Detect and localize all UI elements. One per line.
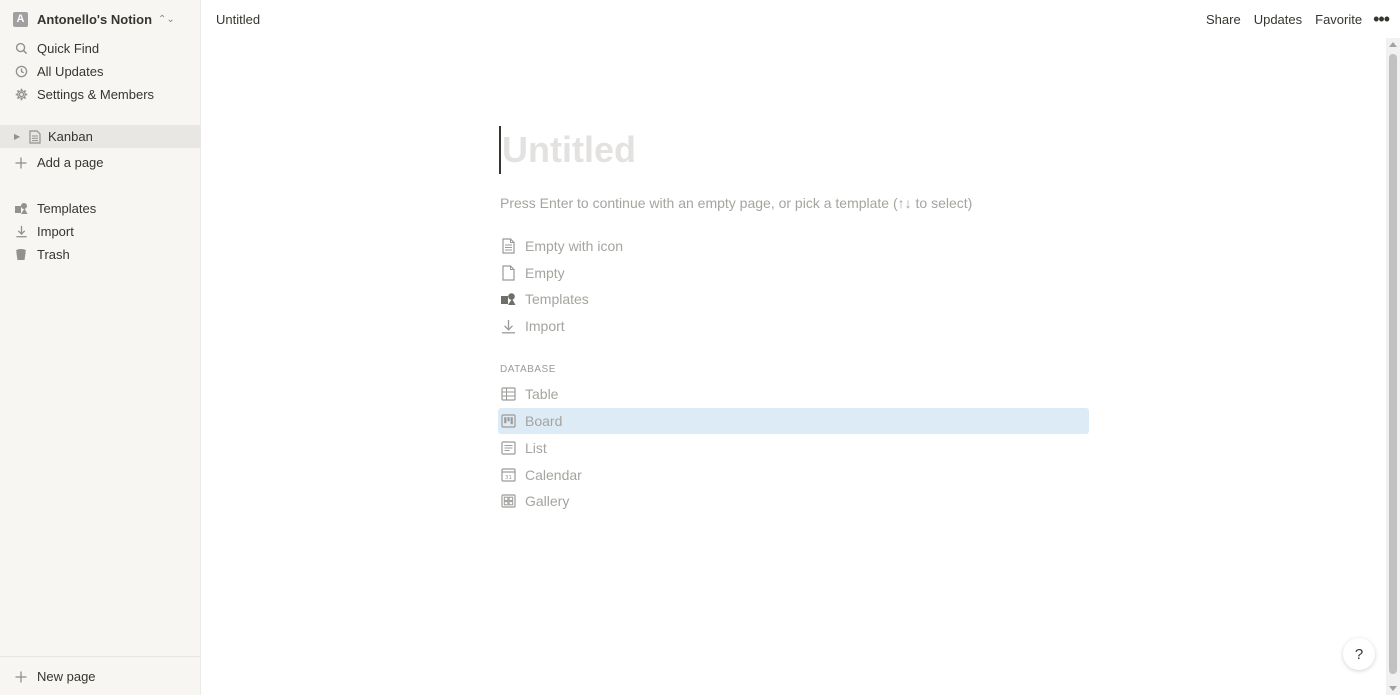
blank-page-icon bbox=[500, 265, 516, 281]
plus-icon bbox=[14, 156, 28, 170]
import-icon bbox=[500, 318, 516, 334]
help-button[interactable]: ? bbox=[1343, 638, 1375, 670]
option-label: Gallery bbox=[525, 493, 570, 509]
sidebar-item-trash[interactable]: Trash bbox=[0, 243, 201, 266]
sidebar-item-templates[interactable]: Templates bbox=[0, 197, 201, 220]
sidebar-item-label: Trash bbox=[37, 247, 70, 262]
add-page-button[interactable]: Add a page bbox=[0, 151, 201, 174]
sidebar-item-label: Templates bbox=[37, 201, 97, 216]
breadcrumb[interactable]: Untitled bbox=[216, 12, 260, 27]
sidebar-item-import[interactable]: Import bbox=[0, 220, 201, 243]
option-label: Table bbox=[525, 386, 559, 402]
option-empty-with-icon[interactable]: Empty with icon bbox=[498, 233, 1089, 259]
option-label: Import bbox=[525, 318, 565, 334]
updates-button[interactable]: Updates bbox=[1254, 12, 1302, 27]
option-label: List bbox=[525, 440, 547, 456]
database-section-label: DATABASE bbox=[500, 364, 556, 375]
option-label: Empty with icon bbox=[525, 238, 624, 254]
scrollbar[interactable] bbox=[1386, 38, 1400, 695]
option-table[interactable]: Table bbox=[498, 381, 1089, 407]
option-board[interactable]: Board bbox=[498, 408, 1089, 434]
sidebar-item-kanban[interactable]: ▶ Kanban bbox=[0, 125, 201, 148]
expand-triangle-icon[interactable]: ▶ bbox=[14, 132, 24, 141]
sidebar-item-quick-find[interactable]: Quick Find bbox=[0, 37, 201, 60]
option-label: Board bbox=[525, 413, 563, 429]
option-list[interactable]: List bbox=[498, 435, 1089, 461]
option-calendar[interactable]: 31 Calendar bbox=[498, 462, 1089, 488]
plus-icon bbox=[14, 670, 28, 684]
topbar-actions: Share Updates Favorite ••• bbox=[1193, 7, 1390, 31]
sidebar-item-label: All Updates bbox=[37, 64, 104, 79]
sidebar-item-label: New page bbox=[37, 669, 96, 684]
sidebar-item-label: Add a page bbox=[37, 155, 104, 170]
list-icon bbox=[500, 440, 516, 456]
page-with-icon-icon bbox=[500, 238, 516, 254]
sidebar-item-label: Quick Find bbox=[37, 41, 100, 56]
workspace-switcher[interactable]: A Antonello's Notion ⌃⌄ bbox=[0, 7, 201, 31]
option-label: Templates bbox=[525, 291, 589, 307]
option-label: Empty bbox=[525, 265, 565, 281]
option-label: Calendar bbox=[525, 467, 582, 483]
sidebar-item-all-updates[interactable]: All Updates bbox=[0, 60, 201, 83]
option-empty[interactable]: Empty bbox=[498, 260, 1089, 286]
svg-text:31: 31 bbox=[505, 475, 512, 481]
templates-icon bbox=[500, 291, 516, 307]
favorite-button[interactable]: Favorite bbox=[1315, 12, 1362, 27]
workspace-avatar: A bbox=[13, 11, 28, 27]
trash-icon bbox=[14, 248, 28, 262]
import-icon bbox=[14, 225, 28, 239]
templates-icon bbox=[14, 202, 28, 216]
share-button[interactable]: Share bbox=[1206, 12, 1241, 27]
board-icon bbox=[500, 413, 516, 429]
scroll-down-arrow-icon[interactable] bbox=[1389, 686, 1397, 691]
scroll-up-arrow-icon[interactable] bbox=[1389, 42, 1397, 47]
template-hint: Press Enter to continue with an empty pa… bbox=[500, 195, 973, 211]
scroll-thumb[interactable] bbox=[1389, 54, 1397, 674]
option-import[interactable]: Import bbox=[498, 313, 1089, 339]
more-options-icon[interactable]: ••• bbox=[1373, 10, 1390, 28]
page-icon bbox=[28, 129, 42, 144]
clock-icon bbox=[14, 65, 28, 79]
search-icon bbox=[14, 42, 28, 56]
page-title-input[interactable]: Untitled bbox=[499, 126, 1089, 174]
gear-icon bbox=[14, 88, 28, 102]
new-page-button[interactable]: New page bbox=[0, 665, 201, 688]
sidebar-divider bbox=[0, 656, 201, 657]
table-icon bbox=[500, 386, 516, 402]
option-templates[interactable]: Templates bbox=[498, 286, 1089, 312]
workspace-name: Antonello's Notion bbox=[37, 11, 153, 27]
sidebar-item-label: Settings & Members bbox=[37, 87, 155, 102]
gallery-icon bbox=[500, 493, 516, 509]
chevron-updown-icon: ⌃⌄ bbox=[158, 13, 175, 25]
sidebar-item-label: Kanban bbox=[48, 129, 93, 144]
sidebar: A Antonello's Notion ⌃⌄ Quick Find All U… bbox=[0, 0, 201, 695]
sidebar-item-settings[interactable]: Settings & Members bbox=[0, 83, 201, 106]
option-gallery[interactable]: Gallery bbox=[498, 488, 1089, 514]
calendar-icon: 31 bbox=[500, 467, 516, 483]
sidebar-item-label: Import bbox=[37, 224, 74, 239]
